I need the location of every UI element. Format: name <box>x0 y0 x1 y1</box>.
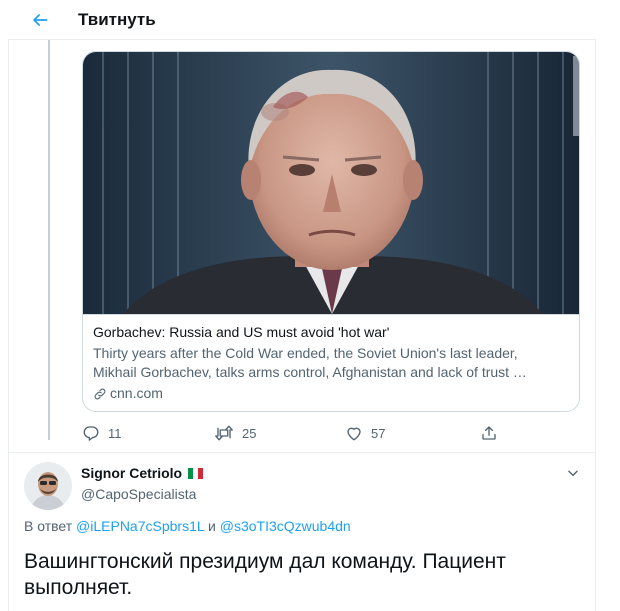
card-domain: cnn.com <box>93 384 571 403</box>
link-icon <box>94 388 106 399</box>
retweet-icon <box>215 425 233 441</box>
like-count: 57 <box>371 425 386 441</box>
reply-count: 11 <box>108 425 122 441</box>
share-icon <box>482 426 496 440</box>
more-options-button[interactable] <box>563 463 583 483</box>
reply-icon <box>83 426 99 441</box>
card-image <box>83 52 579 314</box>
tweet-text: Вашингтонский президиум дал команду. Пац… <box>24 550 506 599</box>
card-body: Gorbachev: Russia and US must avoid 'hot… <box>83 314 579 411</box>
like-icon <box>347 427 361 441</box>
avatar[interactable] <box>24 462 72 510</box>
reply-conjunction: и <box>208 518 216 534</box>
card-description-line-1: Thirty years after the Cold War ended, t… <box>93 345 518 361</box>
mention-link-2[interactable]: @s3oTI3cQzwub4dn <box>220 518 351 534</box>
reply-action[interactable]: 11 <box>82 422 122 444</box>
italy-flag-icon <box>188 467 204 479</box>
chevron-down-icon <box>568 470 578 477</box>
user-display-name[interactable]: Signor Cetriolo <box>81 465 204 481</box>
share-action[interactable] <box>480 422 498 444</box>
page-header: Твитнуть <box>8 0 596 40</box>
user-handle[interactable]: @CapoSpecialista <box>81 486 196 502</box>
card-title: Gorbachev: Russia and US must avoid 'hot… <box>93 324 390 340</box>
card-domain-text: cnn.com <box>110 385 163 401</box>
retweet-count: 25 <box>242 425 257 441</box>
tweet-divider <box>9 452 595 453</box>
user-name-text: Signor Cetriolo <box>81 465 183 481</box>
link-preview-card[interactable]: Gorbachev: Russia and US must avoid 'hot… <box>82 51 580 412</box>
mention-link-1[interactable]: @iLEPNa7cSpbrs1L <box>76 518 204 534</box>
replying-to: В ответ @iLEPNa7cSpbrs1L и @s3oTI3cQzwub… <box>24 518 351 534</box>
like-action[interactable]: 57 <box>345 422 385 444</box>
retweet-action[interactable]: 25 <box>214 422 256 444</box>
card-description: Thirty years after the Cold War ended, t… <box>93 344 571 382</box>
page-title: Твитнуть <box>78 10 156 29</box>
card-description-line-2: Mikhail Gorbachev, talks arms control, A… <box>93 364 527 380</box>
thread-connector-line <box>48 40 50 440</box>
back-arrow-icon <box>33 14 48 26</box>
reply-prefix: В ответ <box>24 518 73 534</box>
back-button[interactable] <box>24 4 56 36</box>
